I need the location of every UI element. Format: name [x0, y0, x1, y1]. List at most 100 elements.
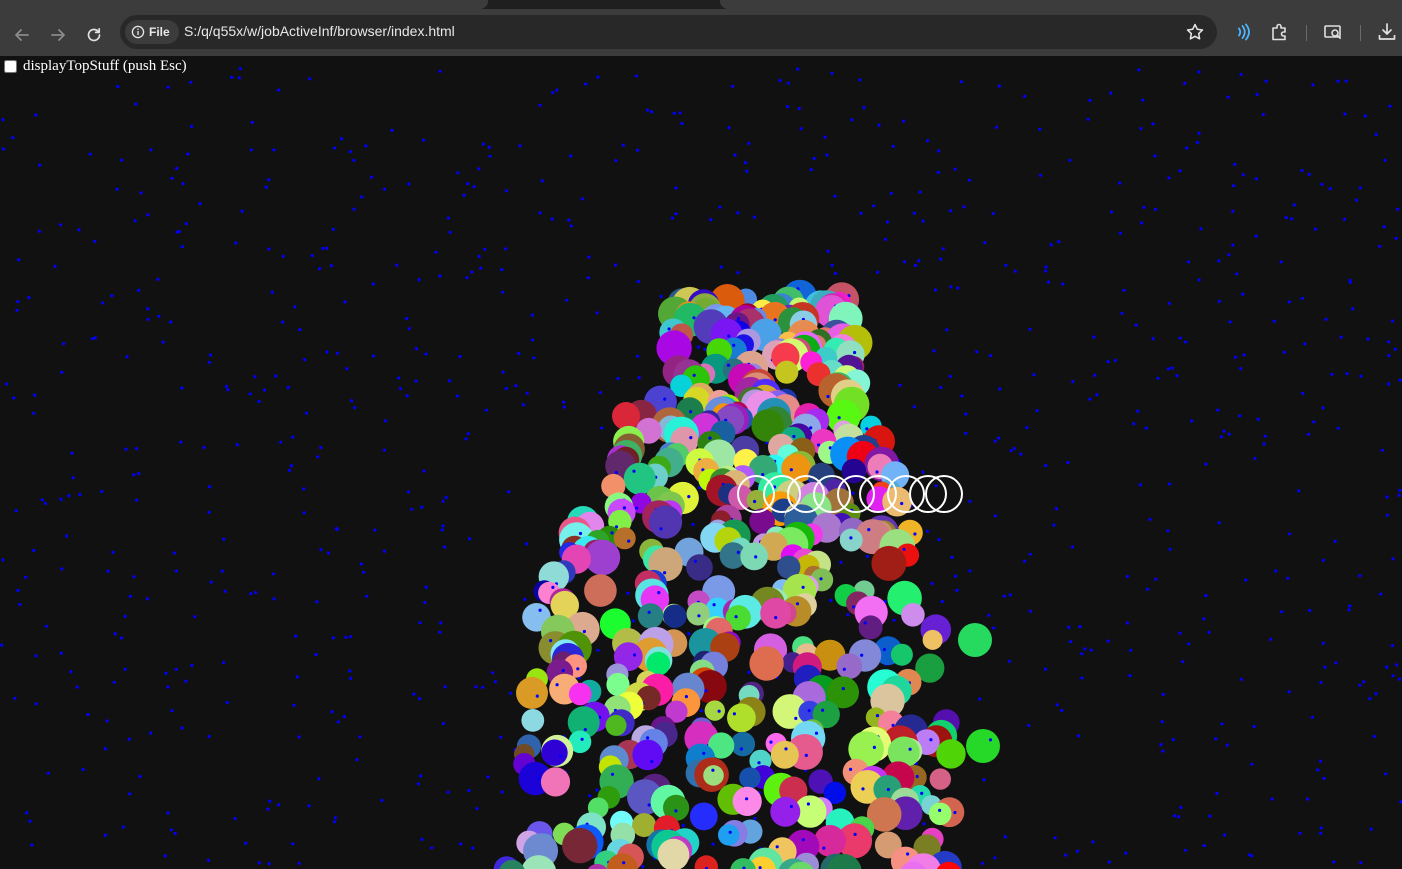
particle-dot — [25, 811, 29, 815]
particle-dot — [1359, 861, 1363, 865]
particle-dot — [719, 265, 723, 269]
particle-dot — [956, 286, 960, 290]
tab-strip-segment[interactable] — [720, 0, 1402, 9]
particle-dot — [262, 388, 267, 392]
particle-dot — [329, 264, 334, 268]
particle-dot — [678, 111, 682, 115]
particle-dot — [689, 410, 693, 414]
particle-dot — [414, 379, 418, 383]
particle-dot — [587, 255, 591, 259]
tab-strip-segment[interactable] — [0, 0, 488, 9]
display-top-stuff-checkbox[interactable] — [4, 60, 17, 73]
ball — [649, 505, 683, 539]
particle-dot — [207, 734, 211, 739]
particle-dot — [1044, 464, 1048, 468]
particle-dot — [809, 168, 813, 172]
simulation-canvas[interactable] — [0, 56, 1402, 869]
particle-dot — [1181, 660, 1185, 664]
particle-dot — [174, 569, 178, 573]
particle-dot — [115, 187, 119, 191]
particle-dot — [59, 497, 63, 501]
downloads-button[interactable] — [1376, 21, 1398, 43]
particle-dot — [1052, 523, 1056, 527]
particle-dot — [1287, 300, 1291, 304]
particle-dot — [588, 794, 592, 798]
particle-dot — [567, 218, 571, 222]
particle-dot — [697, 614, 701, 618]
particle-dot — [1306, 797, 1310, 801]
particle-dot — [1241, 173, 1245, 177]
particle-dot — [595, 311, 599, 315]
particle-dot — [477, 167, 481, 171]
particle-dot — [470, 270, 474, 274]
particle-dot — [438, 274, 442, 278]
particle-dot — [166, 811, 170, 815]
particle-dot — [647, 803, 651, 807]
particle-dot — [1197, 278, 1201, 282]
particle-dot — [1241, 292, 1245, 296]
particle-dot — [709, 218, 713, 222]
display-top-stuff-toggle[interactable]: displayTopStuff (push Esc) — [4, 58, 187, 75]
ball — [775, 360, 799, 384]
particle-dot — [1391, 319, 1395, 323]
ball — [718, 824, 740, 846]
particle-dot — [335, 351, 339, 355]
site-info-chip[interactable]: File — [125, 20, 179, 44]
particle-dot — [1254, 177, 1259, 181]
particle-dot — [1312, 420, 1316, 424]
particle-dot — [472, 185, 476, 189]
particle-dot — [1348, 280, 1352, 284]
particle-dot — [333, 816, 337, 820]
particle-dot — [1397, 493, 1401, 497]
particle-dot — [111, 550, 115, 554]
particle-dot — [921, 470, 925, 474]
ball — [922, 629, 943, 650]
particle-dot — [44, 624, 49, 628]
ball — [770, 796, 801, 827]
particle-dot — [487, 145, 491, 149]
particle-dot — [501, 290, 505, 294]
particle-dot — [1178, 631, 1182, 635]
particle-dot — [1233, 162, 1237, 167]
particle-dot — [1064, 853, 1068, 857]
particle-dot — [1233, 355, 1237, 359]
particle-dot — [170, 709, 174, 713]
star-icon[interactable] — [1185, 22, 1205, 42]
particle-dot — [1324, 317, 1328, 321]
particle-dot — [1216, 408, 1220, 412]
particle-dot — [302, 511, 306, 515]
particle-dot — [718, 205, 722, 209]
back-button[interactable] — [9, 22, 35, 48]
particle-dot — [641, 865, 645, 869]
particle-dot — [1027, 723, 1031, 728]
particle-dot — [225, 700, 229, 705]
particle-dot — [1185, 146, 1189, 150]
particle-dot — [132, 473, 136, 477]
particle-dot — [650, 760, 654, 764]
extensions-button[interactable] — [1269, 21, 1291, 43]
particle-dot — [175, 230, 179, 234]
particle-dot — [538, 211, 542, 215]
cast-button[interactable] — [1322, 21, 1344, 43]
particle-dot — [297, 735, 301, 739]
particle-dot — [1092, 335, 1096, 339]
reload-button[interactable] — [81, 22, 107, 48]
address-bar[interactable]: File S:/q/q55x/w/jobActiveInf/browser/in… — [120, 15, 1217, 49]
particle-dot — [1264, 79, 1268, 83]
particle-dot — [1046, 280, 1051, 284]
forward-button[interactable] — [45, 22, 71, 48]
particle-dot — [900, 501, 904, 506]
particle-dot — [53, 264, 57, 268]
particle-dot — [799, 127, 803, 131]
particle-dot — [319, 445, 323, 450]
particle-dot — [501, 370, 505, 374]
particle-dot — [1144, 426, 1148, 430]
url-text[interactable]: S:/q/q55x/w/jobActiveInf/browser/index.h… — [184, 23, 455, 39]
particle-dot — [1351, 307, 1355, 311]
particle-dot — [1120, 311, 1124, 315]
ball — [568, 682, 592, 706]
ball — [836, 653, 863, 679]
particle-dot — [875, 714, 880, 718]
particle-dot — [1107, 860, 1111, 864]
read-aloud-button[interactable] — [1232, 21, 1254, 43]
